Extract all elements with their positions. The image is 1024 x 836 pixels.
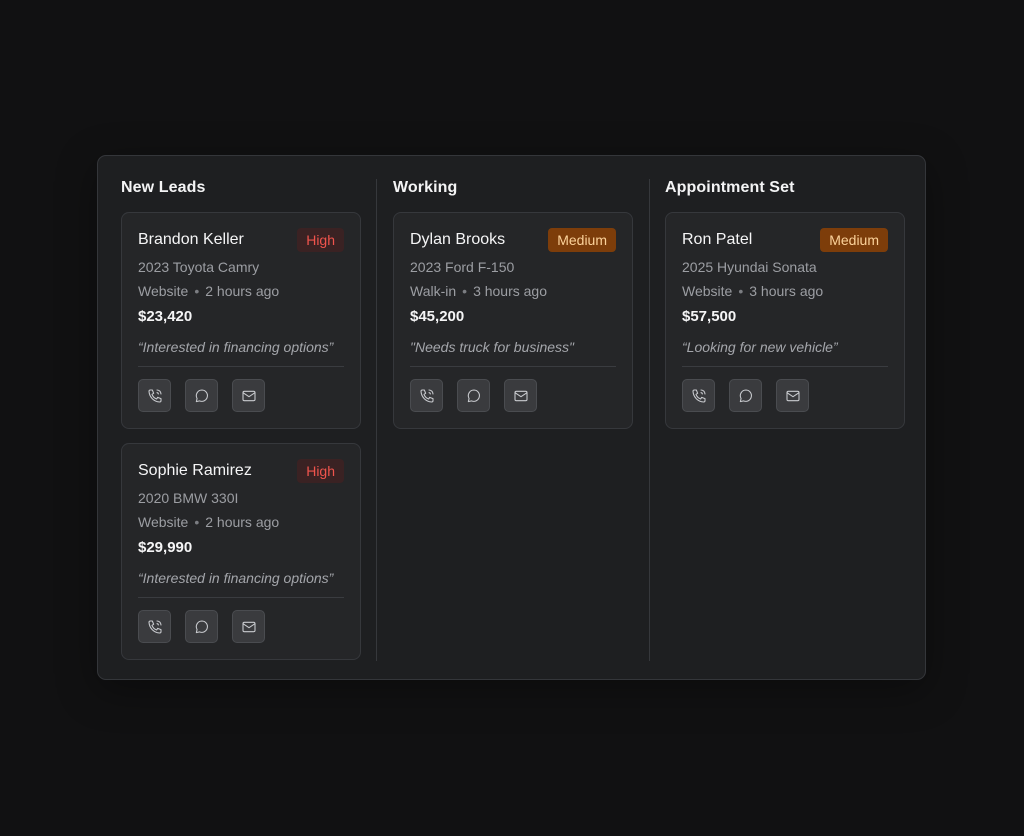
lead-source-line: Website • 3 hours ago bbox=[682, 283, 823, 299]
chat-bubble-icon bbox=[739, 388, 752, 402]
message-button[interactable] bbox=[729, 379, 762, 412]
call-button[interactable] bbox=[410, 379, 443, 412]
lead-name: Dylan Brooks bbox=[410, 231, 506, 248]
lead-price: $29,990 bbox=[138, 539, 193, 556]
column-divider bbox=[376, 179, 377, 661]
call-button[interactable] bbox=[682, 379, 715, 412]
call-button[interactable] bbox=[138, 610, 171, 643]
message-button[interactable] bbox=[185, 610, 218, 643]
lead-source: Website bbox=[682, 283, 733, 299]
lead-name: Brandon Keller bbox=[138, 231, 244, 248]
email-button[interactable] bbox=[504, 379, 537, 412]
lead-price: $45,200 bbox=[410, 308, 465, 325]
priority-badge: High bbox=[297, 459, 344, 483]
lead-card[interactable]: Dylan Brooks Medium 2023 Ford F-150 Walk… bbox=[393, 212, 633, 429]
mail-icon bbox=[241, 621, 256, 632]
lead-source-line: Website • 2 hours ago bbox=[138, 283, 279, 299]
mail-icon bbox=[785, 390, 800, 401]
lead-note: “Looking for new vehicle” bbox=[682, 339, 838, 355]
card-divider bbox=[682, 366, 888, 367]
separator-dot: • bbox=[738, 283, 744, 299]
lead-card[interactable]: Sophie Ramirez High 2020 BMW 330I Websit… bbox=[121, 443, 361, 660]
lead-source: Website bbox=[138, 283, 189, 299]
lead-price: $57,500 bbox=[682, 308, 737, 325]
mail-icon bbox=[513, 390, 528, 401]
lead-source: Walk-in bbox=[410, 283, 457, 299]
column-appointment-set: Appointment Set Ron Patel Medium 2025 Hy… bbox=[665, 156, 905, 679]
lead-note: "Needs truck for business" bbox=[410, 339, 575, 355]
card-divider bbox=[138, 366, 344, 367]
column-title: Appointment Set bbox=[665, 179, 795, 196]
chat-bubble-icon bbox=[195, 619, 208, 633]
lead-card[interactable]: Brandon Keller High 2023 Toyota Camry We… bbox=[121, 212, 361, 429]
lead-price: $23,420 bbox=[138, 308, 193, 325]
lead-note: “Interested in financing options” bbox=[138, 570, 334, 586]
email-button[interactable] bbox=[232, 379, 265, 412]
vehicle-label: 2023 Ford F-150 bbox=[410, 259, 515, 275]
lead-time: 3 hours ago bbox=[473, 283, 548, 299]
column-working: Working Dylan Brooks Medium 2023 Ford F-… bbox=[393, 156, 633, 679]
lead-time: 2 hours ago bbox=[205, 283, 280, 299]
separator-dot: • bbox=[194, 283, 200, 299]
lead-pipeline-board: New Leads Brandon Keller High 2023 Toyot… bbox=[97, 155, 926, 680]
vehicle-label: 2020 BMW 330I bbox=[138, 490, 239, 506]
priority-badge: High bbox=[297, 228, 344, 252]
priority-badge: Medium bbox=[820, 228, 888, 252]
separator-dot: • bbox=[194, 514, 200, 530]
vehicle-label: 2023 Toyota Camry bbox=[138, 259, 260, 275]
lead-name: Sophie Ramirez bbox=[138, 462, 252, 479]
message-button[interactable] bbox=[185, 379, 218, 412]
column-title: New Leads bbox=[121, 179, 206, 196]
mail-icon bbox=[241, 390, 256, 401]
email-button[interactable] bbox=[232, 610, 265, 643]
lead-source-line: Website • 2 hours ago bbox=[138, 514, 279, 530]
card-divider bbox=[138, 597, 344, 598]
lead-source: Website bbox=[138, 514, 189, 530]
separator-dot: • bbox=[462, 283, 468, 299]
priority-badge: Medium bbox=[548, 228, 616, 252]
lead-name: Ron Patel bbox=[682, 231, 753, 248]
lead-time: 2 hours ago bbox=[205, 514, 280, 530]
phone-icon bbox=[691, 388, 706, 403]
column-title: Working bbox=[393, 179, 458, 196]
message-button[interactable] bbox=[457, 379, 490, 412]
card-divider bbox=[410, 366, 616, 367]
lead-note: “Interested in financing options” bbox=[138, 339, 334, 355]
phone-icon bbox=[147, 619, 162, 634]
chat-bubble-icon bbox=[467, 388, 480, 402]
lead-card[interactable]: Ron Patel Medium 2025 Hyundai Sonata Web… bbox=[665, 212, 905, 429]
phone-icon bbox=[419, 388, 434, 403]
column-divider bbox=[649, 179, 650, 661]
chat-bubble-icon bbox=[195, 388, 208, 402]
vehicle-label: 2025 Hyundai Sonata bbox=[682, 259, 817, 275]
column-new-leads: New Leads Brandon Keller High 2023 Toyot… bbox=[121, 156, 361, 679]
lead-source-line: Walk-in • 3 hours ago bbox=[410, 283, 547, 299]
call-button[interactable] bbox=[138, 379, 171, 412]
lead-time: 3 hours ago bbox=[749, 283, 824, 299]
email-button[interactable] bbox=[776, 379, 809, 412]
phone-icon bbox=[147, 388, 162, 403]
